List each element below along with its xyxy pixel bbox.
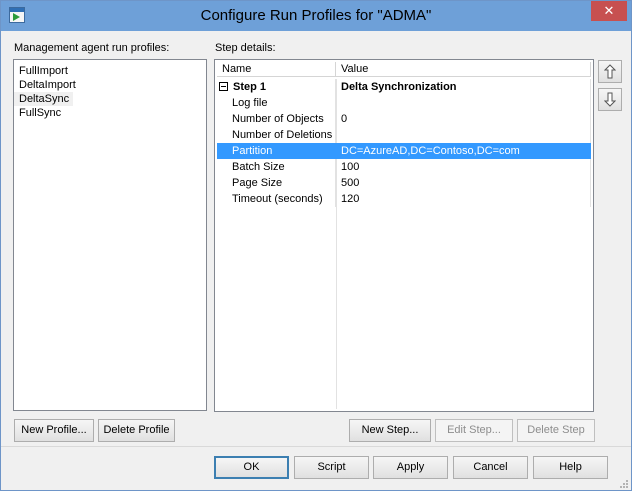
property-value: 120 bbox=[336, 191, 591, 207]
collapse-icon[interactable] bbox=[219, 81, 228, 91]
new-profile-button[interactable]: New Profile... bbox=[14, 419, 94, 442]
move-up-button[interactable] bbox=[598, 60, 622, 83]
profile-item-fullimport[interactable]: FullImport bbox=[14, 64, 206, 78]
property-name: Number of Deletions bbox=[217, 127, 336, 143]
step-details-grid[interactable]: Name Value Step 1 Delta Synchronization … bbox=[214, 59, 594, 412]
profile-item-deltasync[interactable]: DeltaSync bbox=[14, 92, 74, 106]
grid-row-step[interactable]: Step 1 Delta Synchronization bbox=[217, 79, 591, 95]
grid-row[interactable]: Timeout (seconds) 120 bbox=[217, 191, 591, 207]
arrow-down-icon bbox=[603, 92, 617, 107]
column-header-name[interactable]: Name bbox=[217, 62, 336, 77]
column-header-value[interactable]: Value bbox=[336, 62, 591, 77]
property-value bbox=[336, 95, 591, 111]
property-value bbox=[336, 127, 591, 143]
step-value: Delta Synchronization bbox=[336, 79, 591, 95]
script-button[interactable]: Script bbox=[294, 456, 369, 479]
property-value: DC=AzureAD,DC=Contoso,DC=com bbox=[336, 143, 591, 159]
button-separator bbox=[1, 446, 631, 447]
grid-row[interactable]: Log file bbox=[217, 95, 591, 111]
grid-row[interactable]: Batch Size 100 bbox=[217, 159, 591, 175]
property-name: Timeout (seconds) bbox=[217, 191, 336, 207]
step-name: Step 1 bbox=[233, 81, 267, 93]
step-details-label: Step details: bbox=[215, 42, 276, 54]
edit-step-button[interactable]: Edit Step... bbox=[435, 419, 513, 442]
property-value: 100 bbox=[336, 159, 591, 175]
arrow-up-icon bbox=[603, 64, 617, 79]
grid-header: Name Value bbox=[217, 62, 591, 77]
window-title: Configure Run Profiles for "ADMA" bbox=[200, 7, 432, 24]
close-button[interactable]: ✕ bbox=[591, 1, 627, 21]
property-value: 500 bbox=[336, 175, 591, 191]
property-name: Page Size bbox=[217, 175, 336, 191]
property-value: 0 bbox=[336, 111, 591, 127]
profile-item-deltaimport[interactable]: DeltaImport bbox=[14, 78, 206, 92]
move-down-button[interactable] bbox=[598, 88, 622, 111]
dialog-window: Configure Run Profiles for "ADMA" ✕ Mana… bbox=[0, 0, 632, 491]
profile-item-fullsync[interactable]: FullSync bbox=[14, 106, 206, 120]
property-name: Number of Objects bbox=[217, 111, 336, 127]
title-bar[interactable]: Configure Run Profiles for "ADMA" ✕ bbox=[1, 1, 631, 31]
grid-row-selected[interactable]: Partition DC=AzureAD,DC=Contoso,DC=com bbox=[217, 143, 591, 159]
new-step-button[interactable]: New Step... bbox=[349, 419, 431, 442]
property-name: Log file bbox=[217, 95, 336, 111]
delete-step-button[interactable]: Delete Step bbox=[517, 419, 595, 442]
property-name: Partition bbox=[217, 143, 336, 159]
delete-profile-button[interactable]: Delete Profile bbox=[98, 419, 175, 442]
ok-button[interactable]: OK bbox=[214, 456, 289, 479]
grid-row[interactable]: Number of Deletions bbox=[217, 127, 591, 143]
cancel-button[interactable]: Cancel bbox=[453, 456, 528, 479]
resize-grip-icon[interactable] bbox=[619, 479, 629, 489]
property-name: Batch Size bbox=[217, 159, 336, 175]
apply-button[interactable]: Apply bbox=[373, 456, 448, 479]
help-button[interactable]: Help bbox=[533, 456, 608, 479]
run-profiles-list[interactable]: FullImport DeltaImport DeltaSync FullSyn… bbox=[13, 59, 207, 411]
profiles-label: Management agent run profiles: bbox=[14, 42, 170, 54]
grid-row[interactable]: Number of Objects 0 bbox=[217, 111, 591, 127]
grid-row[interactable]: Page Size 500 bbox=[217, 175, 591, 191]
